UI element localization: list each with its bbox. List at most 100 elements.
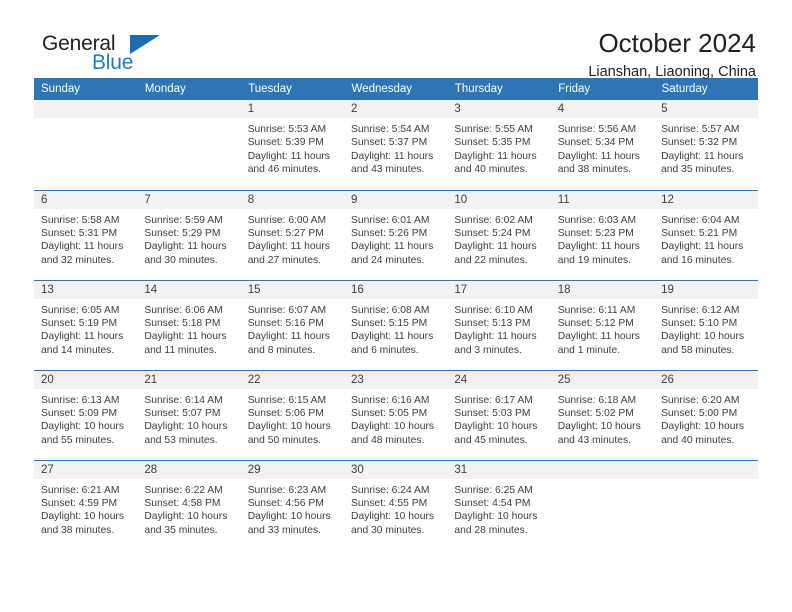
calendar-day-cell[interactable]: 24 Sunrise: 6:17 AM Sunset: 5:03 PM Dayligh… bbox=[447, 369, 551, 460]
daylight-text-line1: Daylight: 11 hours bbox=[454, 241, 537, 253]
calendar-day-cell[interactable]: 25 Sunrise: 6:18 AM Sunset: 5:02 PM Dayligh… bbox=[550, 369, 655, 460]
calendar-day-cell[interactable]: 15 Sunrise: 6:07 AM Sunset: 5:16 PM Dayligh… bbox=[240, 279, 345, 370]
general-blue-logo[interactable]: General Blue bbox=[34, 28, 174, 80]
sunrise-text: Sunrise: 5:57 AM bbox=[661, 124, 740, 135]
day-details: Sunrise: 5:59 AM Sunset: 5:29 PM Daylight:… bbox=[137, 209, 240, 268]
weekday-header-monday: Monday bbox=[137, 78, 242, 100]
daylight-text-line2: and 35 minutes. bbox=[661, 164, 735, 176]
daylight-text-line2: and 24 minutes. bbox=[351, 254, 425, 266]
sunrise-text: Sunrise: 6:06 AM bbox=[144, 304, 223, 316]
day-number bbox=[654, 460, 758, 479]
calendar-day-cell[interactable]: 23 Sunrise: 6:16 AM Sunset: 5:05 PM Dayligh… bbox=[344, 369, 448, 460]
sunset-text: Sunset: 5:18 PM bbox=[144, 317, 221, 329]
calendar-day-cell[interactable]: 3 Sunrise: 5:55 AM Sunset: 5:35 PM Daylight… bbox=[447, 100, 551, 190]
sunset-text: Sunset: 5:03 PM bbox=[454, 407, 531, 419]
sunset-text: Sunset: 5:12 PM bbox=[557, 317, 634, 329]
calendar-day-cell[interactable]: 11 Sunrise: 6:03 AM Sunset: 5:23 PM Dayligh… bbox=[550, 189, 655, 280]
calendar-day-cell[interactable]: 1 Sunrise: 5:53 AM Sunset: 5:39 PM Daylight… bbox=[240, 100, 345, 190]
calendar-day-cell[interactable]: 30 Sunrise: 6:24 AM Sunset: 4:55 PM Dayligh… bbox=[344, 459, 448, 550]
sunset-text: Sunset: 5:00 PM bbox=[661, 407, 738, 419]
daylight-text-line2: and 43 minutes. bbox=[351, 164, 425, 176]
page-header: General Blue October 2024 Lianshan, Liao… bbox=[0, 0, 792, 80]
calendar-day-cell[interactable]: 2 Sunrise: 5:54 AM Sunset: 5:37 PM Daylight… bbox=[344, 100, 448, 190]
day-details: Sunrise: 6:21 AM Sunset: 4:59 PM Daylight:… bbox=[34, 479, 137, 538]
day-details: Sunrise: 6:17 AM Sunset: 5:03 PM Daylight:… bbox=[447, 389, 550, 448]
calendar-week-row: 1 Sunrise: 5:53 AM Sunset: 5:39 PM Daylight… bbox=[34, 100, 758, 190]
calendar-day-cell[interactable]: 14 Sunrise: 6:06 AM Sunset: 5:18 PM Dayligh… bbox=[137, 279, 241, 370]
calendar-day-cell[interactable]: 31 Sunrise: 6:25 AM Sunset: 4:54 PM Dayligh… bbox=[447, 459, 551, 550]
calendar-day-cell[interactable]: 21 Sunrise: 6:14 AM Sunset: 5:07 PM Dayligh… bbox=[137, 369, 241, 460]
calendar-day-cell[interactable]: 5 Sunrise: 5:57 AM Sunset: 5:32 PM Daylight… bbox=[654, 100, 758, 190]
sunrise-text: Sunrise: 6:25 AM bbox=[454, 484, 533, 496]
daylight-text-line1: Daylight: 11 hours bbox=[41, 241, 124, 253]
sunrise-text: Sunrise: 6:12 AM bbox=[661, 304, 740, 316]
calendar-table: Sunday Monday Tuesday Wednesday Thursday… bbox=[34, 78, 759, 550]
calendar-day-cell[interactable]: 27 Sunrise: 6:21 AM Sunset: 4:59 PM Dayligh… bbox=[34, 459, 138, 550]
sunset-text: Sunset: 5:35 PM bbox=[454, 137, 531, 149]
daylight-text-line2: and 33 minutes. bbox=[247, 524, 321, 536]
sunset-text: Sunset: 5:32 PM bbox=[661, 137, 738, 149]
daylight-text-line2: and 50 minutes. bbox=[247, 434, 321, 446]
day-number: 7 bbox=[137, 190, 241, 209]
day-details: Sunrise: 6:24 AM Sunset: 4:55 PM Daylight:… bbox=[344, 479, 447, 538]
daylight-text-line1: Daylight: 10 hours bbox=[247, 511, 331, 523]
day-number: 18 bbox=[550, 280, 655, 299]
calendar-day-cell[interactable]: 13 Sunrise: 6:05 AM Sunset: 5:19 PM Dayligh… bbox=[34, 279, 138, 370]
calendar-day-cell[interactable]: 9 Sunrise: 6:01 AM Sunset: 5:26 PM Daylight… bbox=[344, 189, 448, 280]
page-title: October 2024 bbox=[598, 28, 756, 58]
calendar-body: 1 Sunrise: 5:53 AM Sunset: 5:39 PM Daylight… bbox=[34, 100, 758, 550]
day-details: Sunrise: 6:13 AM Sunset: 5:09 PM Daylight:… bbox=[34, 389, 137, 448]
day-number: 16 bbox=[344, 280, 448, 299]
calendar-day-cell[interactable]: 20 Sunrise: 6:13 AM Sunset: 5:09 PM Dayligh… bbox=[34, 369, 138, 460]
calendar-day-cell-empty bbox=[654, 459, 758, 550]
day-number: 23 bbox=[344, 370, 448, 389]
logo-text-blue: Blue bbox=[92, 51, 134, 74]
day-details: Sunrise: 6:22 AM Sunset: 4:58 PM Daylight:… bbox=[137, 479, 240, 538]
calendar-day-cell[interactable]: 6 Sunrise: 5:58 AM Sunset: 5:31 PM Daylight… bbox=[34, 189, 138, 280]
daylight-text-line1: Daylight: 11 hours bbox=[557, 241, 640, 253]
calendar-day-cell[interactable]: 4 Sunrise: 5:56 AM Sunset: 5:34 PM Daylight… bbox=[550, 100, 655, 190]
daylight-text-line2: and 6 minutes. bbox=[351, 344, 419, 356]
calendar-day-cell[interactable]: 26 Sunrise: 6:20 AM Sunset: 5:00 PM Dayligh… bbox=[654, 369, 758, 460]
sunset-text: Sunset: 5:37 PM bbox=[351, 137, 428, 149]
day-details: Sunrise: 6:00 AM Sunset: 5:27 PM Daylight:… bbox=[241, 209, 344, 268]
daylight-text-line1: Daylight: 11 hours bbox=[661, 150, 744, 162]
sunset-text: Sunset: 5:13 PM bbox=[454, 317, 531, 329]
daylight-text-line2: and 22 minutes. bbox=[454, 254, 528, 266]
sunset-text: Sunset: 5:27 PM bbox=[247, 227, 324, 239]
calendar-day-cell[interactable]: 18 Sunrise: 6:11 AM Sunset: 5:12 PM Dayligh… bbox=[550, 279, 655, 370]
day-number: 19 bbox=[654, 280, 758, 299]
calendar-day-cell[interactable]: 7 Sunrise: 5:59 AM Sunset: 5:29 PM Daylight… bbox=[137, 189, 241, 280]
day-number: 13 bbox=[34, 280, 138, 299]
day-number: 12 bbox=[654, 190, 758, 209]
calendar-day-cell[interactable]: 17 Sunrise: 6:10 AM Sunset: 5:13 PM Dayligh… bbox=[447, 279, 551, 370]
sunrise-text: Sunrise: 5:55 AM bbox=[454, 124, 533, 135]
day-details: Sunrise: 6:20 AM Sunset: 5:00 PM Daylight:… bbox=[654, 389, 757, 448]
sunset-text: Sunset: 4:56 PM bbox=[247, 497, 324, 509]
daylight-text-line1: Daylight: 11 hours bbox=[351, 150, 434, 162]
day-details: Sunrise: 6:16 AM Sunset: 5:05 PM Daylight:… bbox=[344, 389, 447, 448]
daylight-text-line1: Daylight: 11 hours bbox=[247, 150, 330, 162]
day-details: Sunrise: 6:14 AM Sunset: 5:07 PM Daylight:… bbox=[137, 389, 240, 448]
calendar-day-cell[interactable]: 8 Sunrise: 6:00 AM Sunset: 5:27 PM Daylight… bbox=[240, 189, 345, 280]
sunset-text: Sunset: 5:15 PM bbox=[351, 317, 428, 329]
day-details: Sunrise: 6:25 AM Sunset: 4:54 PM Daylight:… bbox=[447, 479, 550, 538]
day-number: 1 bbox=[240, 100, 345, 118]
calendar-day-cell[interactable]: 28 Sunrise: 6:22 AM Sunset: 4:58 PM Dayligh… bbox=[137, 459, 241, 550]
calendar-day-cell[interactable]: 10 Sunrise: 6:02 AM Sunset: 5:24 PM Dayligh… bbox=[447, 189, 551, 280]
sunset-text: Sunset: 4:59 PM bbox=[41, 497, 118, 509]
sunrise-text: Sunrise: 5:58 AM bbox=[41, 214, 120, 226]
sunrise-text: Sunrise: 5:53 AM bbox=[247, 124, 327, 135]
daylight-text-line2: and 40 minutes. bbox=[454, 164, 528, 176]
daylight-text-line2: and 40 minutes. bbox=[661, 434, 735, 446]
calendar-day-cell[interactable]: 22 Sunrise: 6:15 AM Sunset: 5:06 PM Dayligh… bbox=[240, 369, 345, 460]
sunrise-text: Sunrise: 6:16 AM bbox=[351, 394, 430, 406]
calendar-day-cell[interactable]: 29 Sunrise: 6:23 AM Sunset: 4:56 PM Dayligh… bbox=[240, 459, 345, 550]
calendar-week-row: 20 Sunrise: 6:13 AM Sunset: 5:09 PM Dayligh… bbox=[34, 369, 758, 460]
calendar-day-cell[interactable]: 19 Sunrise: 6:12 AM Sunset: 5:10 PM Dayligh… bbox=[654, 279, 758, 370]
calendar-day-cell[interactable]: 12 Sunrise: 6:04 AM Sunset: 5:21 PM Dayligh… bbox=[654, 189, 758, 280]
calendar-day-cell[interactable]: 16 Sunrise: 6:08 AM Sunset: 5:15 PM Dayligh… bbox=[344, 279, 448, 370]
day-number: 2 bbox=[344, 100, 448, 118]
daylight-text-line1: Daylight: 11 hours bbox=[351, 241, 434, 253]
sunrise-text: Sunrise: 6:02 AM bbox=[454, 214, 533, 226]
